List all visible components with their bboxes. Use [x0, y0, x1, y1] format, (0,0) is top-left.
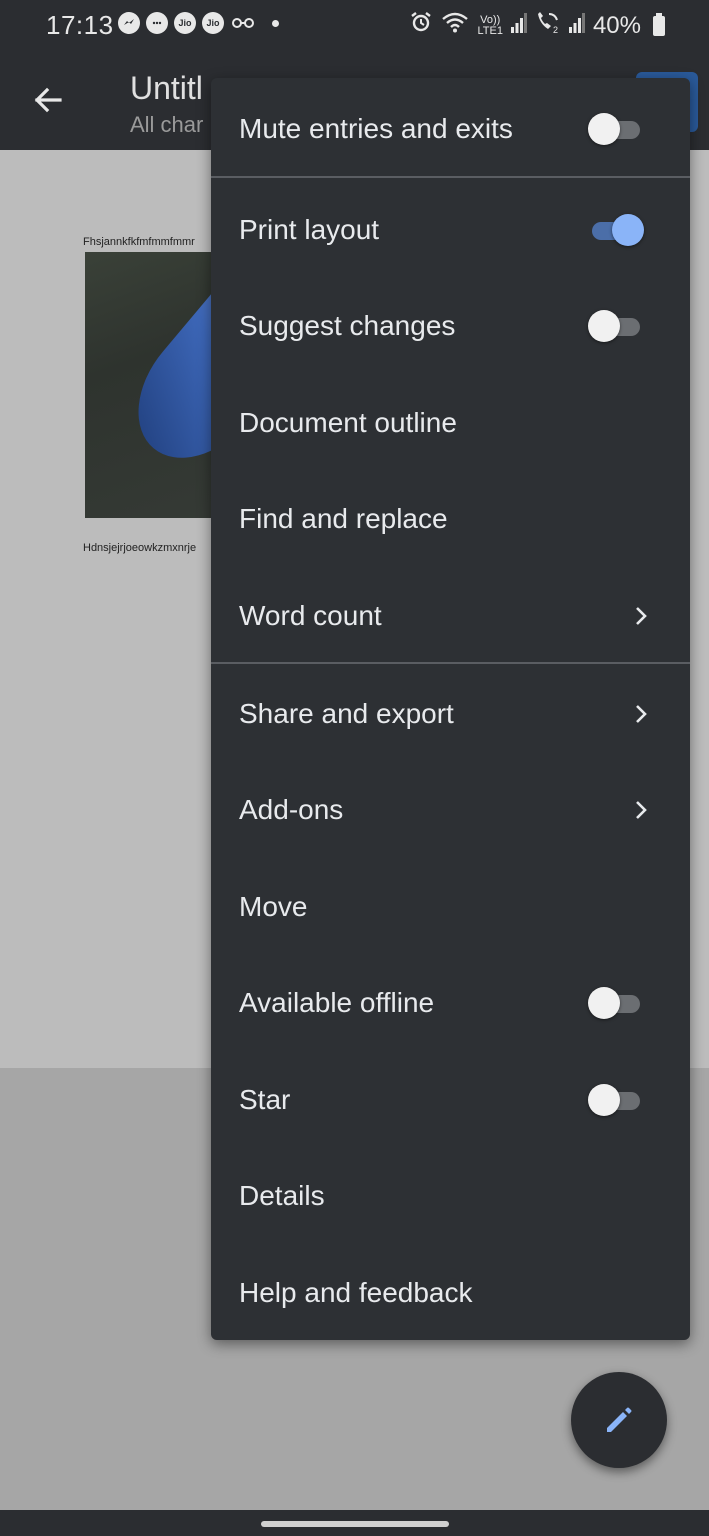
system-icons: Vo)) LTE1 2 40% — [409, 10, 665, 41]
home-gesture-handle[interactable] — [261, 1521, 449, 1527]
menu-item-star[interactable]: Star — [211, 1052, 690, 1148]
menu-item-mute-entries-and-exits[interactable]: Mute entries and exits — [211, 81, 690, 177]
signal-icon — [510, 12, 527, 40]
menu-item-word-count[interactable]: Word count — [211, 568, 690, 664]
menu-item-label: Move — [239, 891, 308, 922]
boat-image-shape — [111, 290, 225, 484]
menu-item-document-outline[interactable]: Document outline — [211, 375, 690, 471]
edit-fab-button[interactable] — [571, 1372, 667, 1468]
menu-item-share-and-export[interactable]: Share and export — [211, 666, 690, 762]
menu-divider — [211, 176, 690, 178]
battery-icon — [653, 12, 665, 36]
volte-icon: Vo)) LTE1 — [477, 13, 503, 37]
messages-icon — [146, 12, 168, 34]
menu-item-details[interactable]: Details — [211, 1148, 690, 1244]
menu-item-print-layout[interactable]: Print layout — [211, 182, 690, 278]
menu-item-label: Star — [239, 1084, 291, 1115]
print-layout-toggle[interactable] — [588, 213, 644, 247]
menu-item-available-offline[interactable]: Available offline — [211, 955, 690, 1051]
menu-item-suggest-changes[interactable]: Suggest changes — [211, 278, 690, 374]
menu-item-label: Find and replace — [239, 503, 448, 534]
wifi-calling-icon: 2 — [535, 10, 561, 41]
document-text-line: Hdnsjejrjoeowkzmxnrje — [83, 542, 197, 554]
glasses-icon — [230, 12, 256, 34]
menu-item-label: Suggest changes — [239, 310, 456, 341]
menu-item-label: Available offline — [239, 987, 435, 1018]
menu-item-move[interactable]: Move — [211, 859, 690, 955]
wifi-icon — [441, 10, 469, 41]
chevron-right-icon — [629, 604, 653, 628]
menu-item-label: Add-ons — [239, 794, 344, 825]
menu-item-add-ons[interactable]: Add-ons — [211, 762, 690, 858]
star-toggle[interactable] — [588, 1083, 642, 1117]
menu-item-label: Print layout — [239, 214, 380, 245]
menu-item-label: Word count — [239, 600, 382, 631]
menu-item-label: Document outline — [239, 407, 457, 438]
svg-text:2: 2 — [553, 25, 558, 34]
document-title: Untitl — [130, 70, 203, 106]
jio-icon: Jio — [202, 12, 224, 34]
menu-item-find-and-replace[interactable]: Find and replace — [211, 471, 690, 567]
document-text-line: Fhsjannkfkfmfmmfmmr — [83, 236, 195, 248]
suggest-changes-toggle[interactable] — [588, 309, 642, 343]
battery-percent: 40% — [592, 11, 641, 39]
signal-icon — [568, 12, 585, 40]
dot-icon — [272, 19, 279, 27]
menu-item-label: Share and export — [239, 698, 454, 729]
chevron-right-icon — [629, 798, 653, 822]
chevron-right-icon — [629, 702, 653, 726]
back-arrow-icon[interactable] — [30, 82, 66, 118]
mute-entries-toggle[interactable] — [588, 112, 642, 146]
navigation-bar — [0, 1510, 709, 1536]
available-offline-toggle[interactable] — [588, 986, 642, 1020]
lte-label: LTE1 — [477, 24, 503, 37]
pencil-icon — [607, 1407, 632, 1432]
document-image — [85, 252, 225, 518]
menu-item-label: Mute entries and exits — [239, 113, 513, 144]
notification-icons: Jio Jio — [118, 12, 279, 34]
alarm-icon — [409, 10, 433, 41]
document-subtitle: All char — [130, 112, 204, 137]
menu-item-label: Details — [239, 1180, 325, 1211]
jio-icon: Jio — [174, 12, 196, 34]
status-time: 17:13 — [46, 10, 114, 40]
overflow-menu: Mute entries and exits Print layout Sugg… — [211, 78, 690, 1340]
menu-item-help-and-feedback[interactable]: Help and feedback — [211, 1245, 690, 1340]
status-bar: 17:13 Jio Jio Vo)) LTE1 2 40% — [0, 0, 709, 52]
volte-label: Vo)) — [480, 13, 501, 26]
messenger-icon — [118, 12, 140, 34]
menu-item-label: Help and feedback — [239, 1277, 473, 1308]
menu-divider — [211, 662, 690, 664]
